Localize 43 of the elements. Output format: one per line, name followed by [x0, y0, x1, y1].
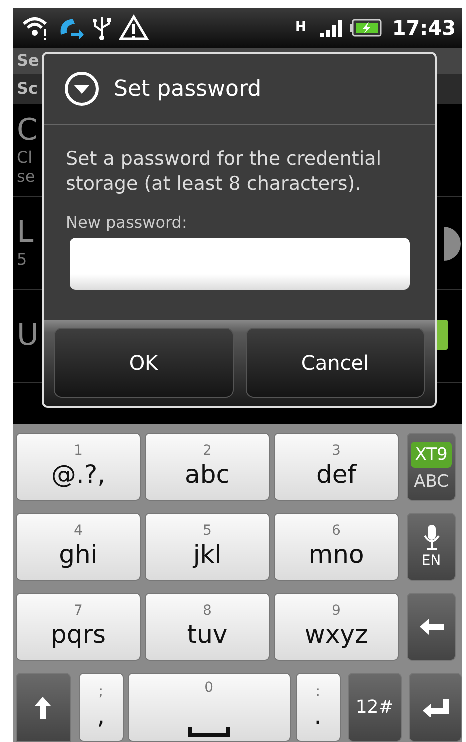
dialog-button[interactable]: OK: [54, 328, 234, 398]
setting-summary: se: [17, 166, 36, 186]
voice-input-key[interactable]: EN: [407, 513, 456, 581]
setting-summary: Cl: [17, 148, 33, 167]
enter-key[interactable]: [409, 673, 462, 742]
keypad-key[interactable]: 9 wxyz: [274, 593, 399, 661]
punctuation-key[interactable]: : .: [296, 673, 340, 742]
setting-title: L: [17, 216, 34, 250]
setting-title: U: [17, 318, 39, 353]
subheader-text: Sc: [17, 79, 38, 98]
space-icon: [188, 725, 230, 737]
keypad-key[interactable]: 2 abc: [145, 433, 270, 501]
backspace-key[interactable]: [407, 593, 456, 661]
keypad-key[interactable]: 8 tuv: [145, 593, 270, 661]
keypad-key[interactable]: 1 @.?,: [16, 433, 141, 501]
keypad-key[interactable]: 7 pqrs: [16, 593, 141, 661]
keypad-key[interactable]: 4 ghi: [16, 513, 141, 581]
shift-key[interactable]: [16, 673, 71, 742]
battery-charging-icon: [350, 18, 382, 37]
setting-title: C: [17, 114, 38, 148]
input-mode-key[interactable]: XT9 ABC: [407, 433, 456, 501]
left-arrow-icon: [420, 619, 444, 635]
symbols-key[interactable]: 12#: [348, 673, 402, 742]
dialog-title: Set password: [114, 76, 262, 102]
space-key[interactable]: 0: [128, 673, 291, 742]
keypad-key[interactable]: 5 jkl: [145, 513, 270, 581]
signal-icon: [318, 18, 344, 38]
keypad-key[interactable]: 3 def: [274, 433, 399, 501]
dialog-button[interactable]: Cancel: [246, 328, 425, 398]
dialog-message: Set a password for the credential storage (at least 8 characters).: [66, 147, 383, 197]
up-arrow-icon: [35, 696, 52, 718]
warning-icon: [119, 14, 149, 42]
setting-summary: 5: [17, 250, 28, 270]
punctuation-key[interactable]: ; ,: [78, 673, 124, 742]
network-type: H: [295, 20, 306, 36]
microphone-icon: [424, 525, 440, 551]
keypad-key[interactable]: 6 mno: [274, 513, 399, 581]
field-label: New password:: [66, 213, 188, 232]
clock: 17:43: [392, 16, 456, 40]
header-text: Se: [17, 51, 40, 70]
enter-icon: [422, 698, 449, 716]
password-field[interactable]: [70, 238, 410, 290]
dropdown-circle-icon: [64, 71, 100, 107]
